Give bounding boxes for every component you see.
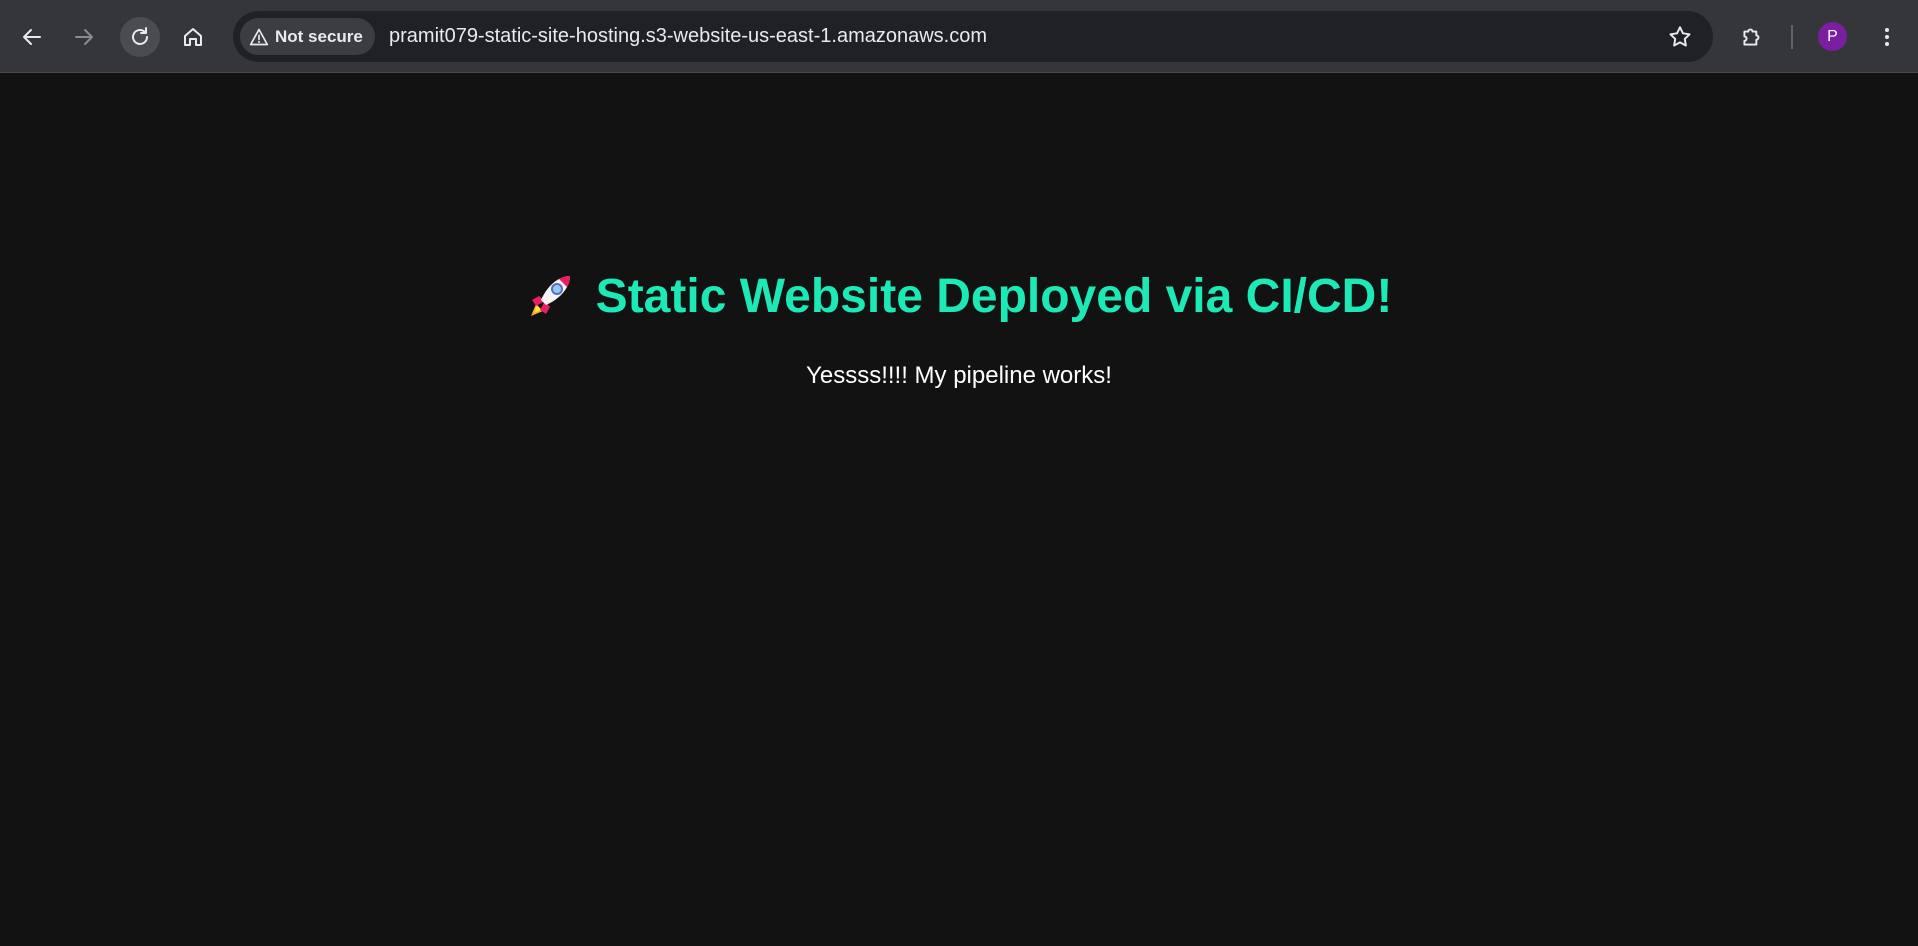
heading-text: Static Website Deployed via CI/CD! — [595, 270, 1393, 323]
back-button[interactable] — [12, 17, 52, 57]
rocket-icon — [526, 270, 576, 333]
home-button[interactable] — [173, 17, 213, 57]
profile-avatar[interactable]: P — [1818, 22, 1847, 51]
security-label: Not secure — [275, 26, 363, 46]
reload-icon — [132, 27, 148, 45]
address-bar[interactable]: Not secure pramit079-static-site-hosting… — [233, 11, 1713, 62]
arrow-right-icon — [75, 29, 93, 45]
extensions-button[interactable] — [1733, 18, 1771, 56]
puzzle-icon — [1743, 28, 1760, 46]
toolbar-divider — [1791, 25, 1793, 49]
warning-triangle-icon — [249, 28, 269, 45]
arrow-left-icon — [23, 29, 41, 45]
home-icon — [184, 28, 202, 46]
kebab-menu-icon — [1885, 28, 1889, 46]
menu-button[interactable] — [1868, 18, 1906, 56]
star-icon — [1669, 26, 1691, 47]
reload-button[interactable] — [120, 17, 160, 57]
url-text[interactable]: pramit079-static-site-hosting.s3-website… — [389, 11, 987, 62]
browser-toolbar: Not secure pramit079-static-site-hosting… — [0, 0, 1918, 73]
page-content: Static Website Deployed via CI/CD! Yesss… — [0, 73, 1918, 946]
bookmark-button[interactable] — [1667, 24, 1693, 50]
forward-button[interactable] — [64, 17, 104, 57]
page-heading: Static Website Deployed via CI/CD! — [0, 269, 1918, 333]
security-indicator[interactable]: Not secure — [240, 18, 375, 55]
page-message: Yessss!!!! My pipeline works! — [806, 362, 1112, 389]
